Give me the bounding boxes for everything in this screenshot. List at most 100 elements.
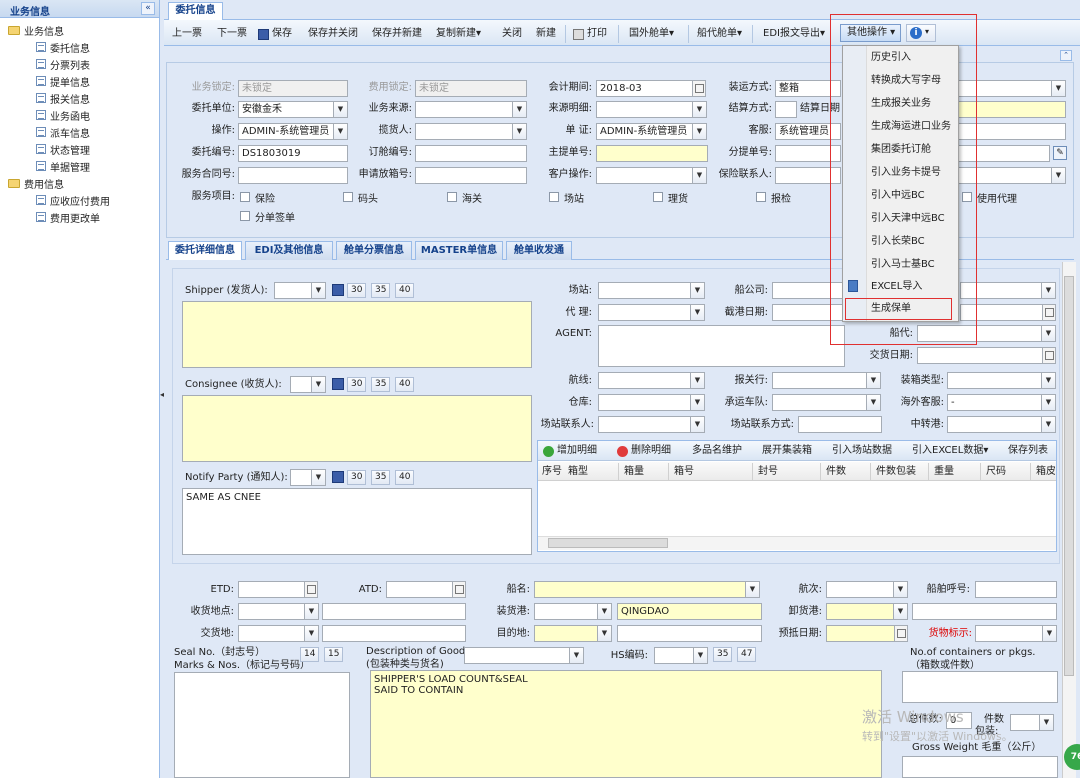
print-button[interactable]: 打印 — [573, 27, 607, 41]
prev-button[interactable]: 上一票 — [172, 27, 202, 41]
multi-goods-button[interactable]: 多品名维护 — [692, 444, 742, 458]
pod-select[interactable] — [826, 603, 894, 620]
hs-select[interactable] — [654, 647, 694, 664]
yard-contact-way-field[interactable] — [798, 416, 882, 433]
size-35-button[interactable]: 35 — [713, 647, 733, 662]
consignee-textarea[interactable] — [182, 395, 532, 462]
cargo-mark-select[interactable] — [975, 625, 1043, 642]
tab-order-info[interactable]: 委托信息 — [168, 2, 223, 20]
dropdown-arrow-icon[interactable]: ▼ — [691, 304, 705, 321]
gross-weight-field[interactable] — [902, 756, 1058, 778]
tab-manifest-parties[interactable]: 舱单收发通 — [506, 241, 572, 260]
vscroll-thumb[interactable] — [1064, 276, 1074, 676]
period-field[interactable]: 2018-03 — [596, 80, 693, 97]
yard-select[interactable] — [598, 282, 691, 299]
close-button[interactable]: 关闭 — [502, 27, 522, 41]
tree-item-business-letters[interactable]: 业务函电 — [36, 107, 90, 123]
dropdown-arrow-icon[interactable]: ▼ — [513, 101, 527, 118]
callsign-field[interactable] — [975, 581, 1057, 598]
settle-field[interactable] — [775, 101, 797, 118]
dropdown-arrow-icon[interactable]: ▼ — [691, 394, 705, 411]
dropdown-arrow-icon[interactable]: ▼ — [312, 376, 326, 393]
dropdown-arrow-icon[interactable]: ▼ — [598, 603, 612, 620]
size-30-button[interactable]: 30 — [347, 470, 367, 485]
tab-master-bill[interactable]: MASTER单信息 — [415, 241, 503, 260]
tree-item-customs-info[interactable]: 报关信息 — [36, 90, 90, 106]
import-excel-button[interactable]: 引入EXCEL数据 ▾ — [912, 444, 988, 458]
checkbox[interactable] — [240, 211, 250, 221]
save-icon[interactable] — [332, 284, 344, 296]
calendar-icon[interactable] — [305, 581, 318, 598]
dropdown-arrow-icon[interactable]: ▼ — [867, 394, 881, 411]
tab-order-detail[interactable]: 委托详细信息 — [168, 241, 242, 260]
calendar-icon[interactable] — [1043, 304, 1056, 321]
service-checkbox-terminal[interactable]: 码头 — [343, 190, 378, 205]
copy-new-button[interactable]: 复制新建 ▾ — [436, 27, 481, 41]
dropdown-arrow-icon[interactable]: ▼ — [1042, 325, 1056, 342]
col-pieces[interactable]: 件数 — [826, 465, 846, 479]
pol-text[interactable]: QINGDAO — [617, 603, 762, 620]
save-new-button[interactable]: 保存并新建 — [372, 27, 422, 41]
dropdown-arrow-icon[interactable]: ▼ — [693, 101, 707, 118]
tab-manifest-split[interactable]: 舱单分票信息 — [336, 241, 412, 260]
pol-select[interactable] — [534, 603, 598, 620]
calendar-icon[interactable] — [453, 581, 466, 598]
dropdown-arrow-icon[interactable]: ▼ — [1052, 80, 1066, 97]
dropdown-arrow-icon[interactable]: ▼ — [691, 416, 705, 433]
dropdown-arrow-icon[interactable]: ▼ — [598, 625, 612, 642]
pickup-select[interactable] — [415, 123, 513, 140]
overseas-cs-select[interactable]: - — [947, 394, 1042, 411]
dropdown-arrow-icon[interactable]: ▼ — [746, 581, 760, 598]
tab-edi-other[interactable]: EDI及其他信息 — [245, 241, 333, 260]
checkbox[interactable] — [549, 192, 559, 202]
save-icon[interactable] — [332, 378, 344, 390]
etd-field[interactable] — [238, 581, 305, 598]
service-checkbox-tally[interactable]: 理货 — [653, 190, 688, 205]
add-row-button[interactable]: 增加明细 — [543, 444, 597, 458]
dropdown-arrow-icon[interactable]: ▼ — [334, 123, 348, 140]
pack-type-select[interactable] — [947, 372, 1042, 389]
destination-select[interactable] — [534, 625, 598, 642]
pod-text[interactable] — [912, 603, 1057, 620]
expand-container-button[interactable]: 展开集装箱 — [762, 444, 812, 458]
edi-export-button[interactable]: EDI报文导出 ▾ — [763, 27, 825, 41]
client-select[interactable]: 安徽金禾 — [238, 101, 334, 118]
source-detail-select[interactable] — [596, 101, 693, 118]
col-weight[interactable]: 重量 — [934, 465, 954, 479]
warehouse-select[interactable] — [598, 394, 691, 411]
dropdown-arrow-icon[interactable]: ▼ — [305, 603, 319, 620]
pack-select[interactable] — [1010, 714, 1040, 731]
tree-item-split-list[interactable]: 分票列表 — [36, 56, 90, 72]
truck-select[interactable] — [772, 394, 867, 411]
destination-text[interactable] — [617, 625, 762, 642]
tree-item-documents[interactable]: 单据管理 — [36, 158, 90, 174]
desc-select[interactable] — [464, 647, 570, 664]
calendar-icon[interactable] — [1043, 347, 1056, 364]
dropdown-arrow-icon[interactable]: ▼ — [1042, 282, 1056, 299]
save-icon[interactable] — [332, 471, 344, 483]
service-checkbox-split-sign[interactable]: 分单签单 — [240, 209, 295, 224]
foreign-bill-button[interactable]: 国外舱单 ▾ — [629, 27, 674, 41]
delivery-place-select[interactable] — [238, 625, 305, 642]
sidebar-collapse-button[interactable]: « — [141, 2, 155, 15]
receipt-select[interactable] — [238, 603, 305, 620]
next-button[interactable]: 下一票 — [217, 27, 247, 41]
dropdown-arrow-icon[interactable]: ▼ — [691, 282, 705, 299]
notify-textarea[interactable]: SAME AS CNEE — [182, 488, 532, 555]
tree-item-truck-info[interactable]: 派车信息 — [36, 124, 90, 140]
tree-group-fees[interactable]: 费用信息 — [8, 175, 64, 191]
checkbox[interactable] — [653, 192, 663, 202]
broker-select[interactable] — [772, 372, 867, 389]
col-volume[interactable]: 尺码 — [986, 465, 1006, 479]
size-40-button[interactable]: 40 — [395, 283, 415, 298]
agent-select[interactable] — [598, 304, 691, 321]
checkbox[interactable] — [447, 192, 457, 202]
calendar-icon[interactable] — [693, 80, 706, 97]
size-35-button[interactable]: 35 — [371, 283, 391, 298]
dropdown-arrow-icon[interactable]: ▼ — [894, 581, 908, 598]
dropdown-arrow-icon[interactable]: ▼ — [693, 167, 707, 184]
size-30-button[interactable]: 30 — [347, 377, 367, 392]
source-select[interactable] — [415, 101, 513, 118]
consignee-select[interactable] — [290, 376, 312, 393]
cust-op-select[interactable] — [596, 167, 693, 184]
